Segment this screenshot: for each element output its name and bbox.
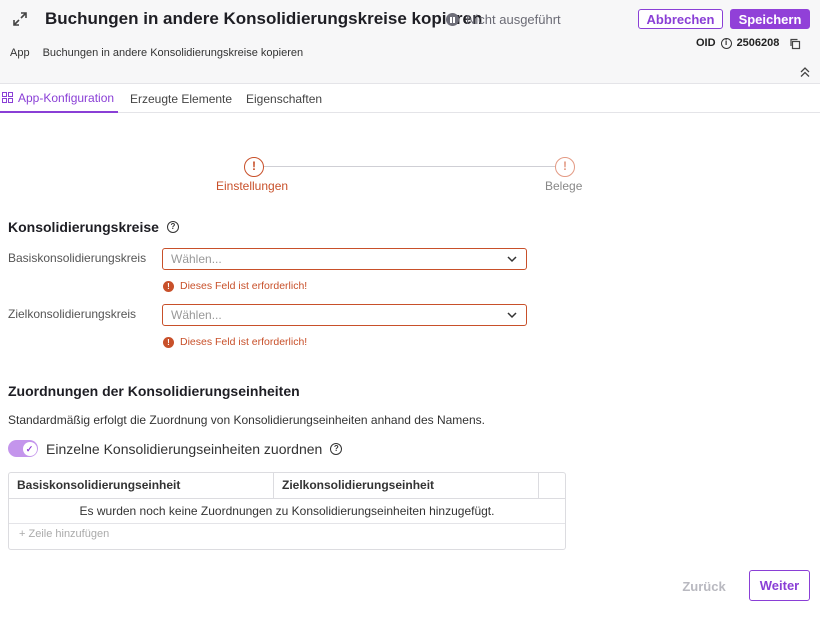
breadcrumb-item-current: Buchungen in andere Konsolidierungskreis… — [42, 47, 304, 59]
tab-properties[interactable]: Eigenschaften — [246, 84, 322, 113]
tab-label: App-Konfiguration — [18, 90, 115, 105]
mapping-table: Basiskonsolidierungseinheit Zielkonsolid… — [8, 472, 566, 550]
error-icon: ! — [163, 336, 174, 348]
select-placeholder: Wählen... — [171, 308, 222, 322]
app-header: Buchungen in andere Konsolidierungskreis… — [0, 0, 820, 84]
step-1-label[interactable]: Einstellungen — [216, 179, 288, 193]
section-title: Konsolidierungskreise — [8, 219, 159, 235]
cancel-button[interactable]: Abbrechen — [638, 9, 723, 29]
add-row-button[interactable]: + Zeile hinzufügen — [19, 528, 109, 540]
base-circle-label: Basiskonsolidierungskreis — [8, 251, 147, 265]
table-header: Basiskonsolidierungseinheit Zielkonsolid… — [9, 473, 565, 499]
target-circle-select[interactable]: Wählen... — [162, 304, 527, 326]
table-empty-message: Es wurden noch keine Zuordnungen zu Kons… — [9, 499, 565, 524]
tab-generated-elements[interactable]: Erzeugte Elemente — [130, 84, 232, 113]
base-circle-error: ! Dieses Feld ist erforderlich! — [163, 280, 307, 292]
column-header-base-unit[interactable]: Basiskonsolidierungseinheit — [9, 473, 274, 498]
next-button[interactable]: Weiter — [749, 570, 810, 601]
back-button[interactable]: Zurück — [674, 571, 734, 601]
tab-bar: App-Konfiguration Erzeugte Elemente Eige… — [0, 84, 820, 113]
oid-value: 2506208 — [736, 37, 780, 49]
execution-status: Nicht ausgeführt — [446, 12, 561, 27]
stepper-connector — [264, 166, 555, 167]
save-button[interactable]: Speichern — [730, 9, 810, 29]
breadcrumb: App Buchungen in andere Konsolidierungsk… — [10, 47, 303, 59]
expand-icon[interactable] — [12, 11, 28, 27]
info-icon[interactable]: i — [720, 37, 732, 49]
target-circle-error: ! Dieses Feld ist erforderlich! — [163, 336, 307, 348]
pause-icon — [446, 13, 459, 26]
chevron-down-icon — [507, 256, 517, 263]
tab-label: Eigenschaften — [246, 91, 323, 106]
individual-mapping-toggle[interactable]: ✓ — [8, 440, 38, 457]
check-icon: ✓ — [22, 441, 37, 456]
error-text: Dieses Feld ist erforderlich! — [180, 336, 308, 348]
chevron-down-icon — [507, 312, 517, 319]
tab-app-configuration[interactable]: App-Konfiguration — [0, 84, 118, 113]
target-circle-label: Zielkonsolidierungskreis — [8, 307, 137, 321]
toggle-label: Einzelne Konsolidierungseinheiten zuordn… — [46, 440, 323, 457]
status-text: Nicht ausgeführt — [466, 12, 561, 27]
individual-mapping-toggle-row: ✓ Einzelne Konsolidierungseinheiten zuor… — [8, 440, 343, 457]
tab-label: Erzeugte Elemente — [130, 91, 233, 106]
select-placeholder: Wählen... — [171, 252, 222, 266]
section-description: Standardmäßig erfolgt die Zuordnung von … — [8, 413, 485, 427]
help-icon[interactable]: ? — [166, 221, 179, 233]
section-unit-mappings-title: Zuordnungen der Konsolidierungseinheiten — [8, 383, 300, 399]
error-icon: ! — [163, 280, 174, 292]
help-icon[interactable]: ? — [330, 442, 343, 455]
collapse-up-icon[interactable] — [799, 66, 811, 78]
step-2-warning-icon[interactable]: ! — [555, 157, 575, 177]
error-text: Dieses Feld ist erforderlich! — [180, 280, 308, 292]
breadcrumb-item-app[interactable]: App — [10, 47, 30, 59]
page-title: Buchungen in andere Konsolidierungskreis… — [45, 9, 483, 28]
oid-display: OID i 2506208 — [696, 37, 779, 49]
grid-icon — [2, 92, 13, 103]
section-consolidation-circles: Konsolidierungskreise ? — [8, 219, 179, 235]
column-header-target-unit[interactable]: Zielkonsolidierungseinheit — [274, 473, 539, 498]
base-circle-select[interactable]: Wählen... — [162, 248, 527, 270]
copy-icon[interactable] — [789, 38, 801, 50]
step-1-warning-icon[interactable]: ! — [244, 157, 264, 177]
oid-label: OID — [696, 37, 716, 49]
step-2-label[interactable]: Belege — [545, 179, 582, 193]
